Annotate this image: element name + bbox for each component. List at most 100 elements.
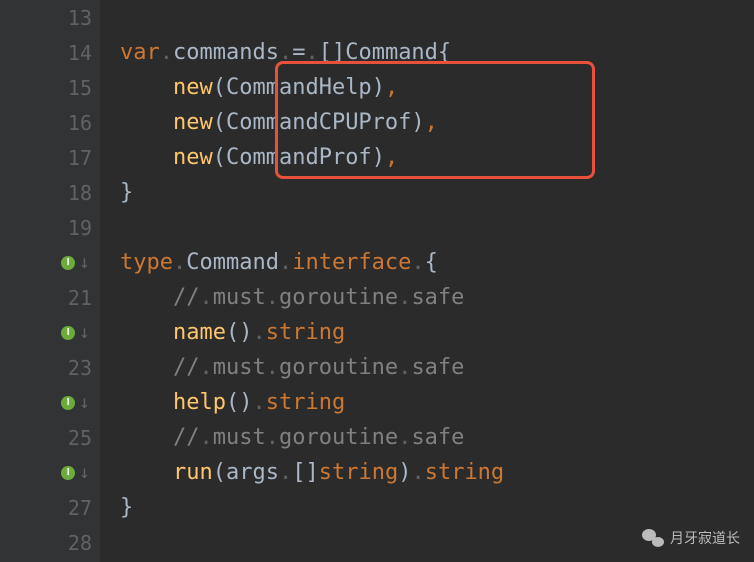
watermark-text: 月牙寂道长 <box>670 528 740 548</box>
token-dot: . <box>398 425 411 450</box>
gutter: 13141516171819I↓21I↓23I↓25I↓2728 <box>0 0 100 562</box>
code-line[interactable]: new(CommandProf), <box>120 140 754 175</box>
implements-icon[interactable]: I <box>61 256 75 270</box>
token-comment: safe <box>411 425 464 450</box>
token-builtin: new <box>173 145 213 170</box>
arrow-down-icon: ↓ <box>79 462 90 483</box>
implements-icon[interactable]: I <box>61 466 75 480</box>
code-editor: 13141516171819I↓21I↓23I↓25I↓2728 var.com… <box>0 0 754 562</box>
token-punct: []Command{ <box>319 40 451 65</box>
token-dot: . <box>279 250 292 275</box>
code-line[interactable]: new(CommandCPUProf), <box>120 105 754 140</box>
code-line[interactable]: //.must.goroutine.safe <box>120 280 754 315</box>
token-type: CommandCPUProf <box>226 110 411 135</box>
gutter-line: 18 <box>0 175 100 210</box>
token-kw: , <box>425 110 438 135</box>
code-line[interactable]: } <box>120 175 754 210</box>
gutter-line: 21 <box>0 280 100 315</box>
indent <box>120 320 173 345</box>
gutter-line: I↓ <box>0 455 100 490</box>
token-comment: goroutine <box>279 355 398 380</box>
gutter-line: 14 <box>0 35 100 70</box>
indent <box>120 355 173 380</box>
token-kw: interface <box>292 250 411 275</box>
token-dot: . <box>305 40 318 65</box>
token-kw: string <box>425 460 504 485</box>
token-comment: // <box>173 425 200 450</box>
token-comment: must <box>213 355 266 380</box>
indent <box>120 390 173 415</box>
code-line[interactable]: //.must.goroutine.safe <box>120 350 754 385</box>
token-type: CommandProf <box>226 145 372 170</box>
code-line[interactable]: var.commands.=.[]Command{ <box>120 35 754 70</box>
gutter-line: I↓ <box>0 385 100 420</box>
line-number: 17 <box>68 146 92 170</box>
gutter-line: I↓ <box>0 245 100 280</box>
token-punct: ) <box>372 145 385 170</box>
token-dot: . <box>252 320 265 345</box>
code-line[interactable]: help().string <box>120 385 754 420</box>
indent <box>120 285 173 310</box>
token-punct: [] <box>292 460 319 485</box>
token-type: CommandHelp <box>226 75 372 100</box>
code-line[interactable]: //.must.goroutine.safe <box>120 420 754 455</box>
gutter-line: 16 <box>0 105 100 140</box>
token-punct: } <box>120 180 133 205</box>
token-punct: () <box>226 320 253 345</box>
token-ident: Command <box>186 250 279 275</box>
gutter-line: 17 <box>0 140 100 175</box>
token-ident: args <box>226 460 279 485</box>
token-comment: goroutine <box>279 425 398 450</box>
gutter-line: 13 <box>0 0 100 35</box>
code-line[interactable]: } <box>120 490 754 525</box>
token-dot: . <box>160 40 173 65</box>
token-dot: . <box>173 250 186 275</box>
gutter-line: 19 <box>0 210 100 245</box>
code-line[interactable] <box>120 0 754 35</box>
line-number: 13 <box>68 6 92 30</box>
code-line[interactable]: type.Command.interface.{ <box>120 245 754 280</box>
code-line[interactable]: new(CommandHelp), <box>120 70 754 105</box>
token-punct: ( <box>213 145 226 170</box>
token-comment: safe <box>411 285 464 310</box>
token-kw: string <box>319 460 398 485</box>
token-punct: ( <box>213 110 226 135</box>
token-dot: . <box>398 355 411 380</box>
token-punct: ( <box>213 75 226 100</box>
code-line[interactable]: name().string <box>120 315 754 350</box>
token-dot: . <box>411 250 424 275</box>
token-punct: ) <box>372 75 385 100</box>
line-number: 21 <box>68 286 92 310</box>
token-kw: var <box>120 40 160 65</box>
token-dot: . <box>199 285 212 310</box>
token-dot: . <box>199 425 212 450</box>
wechat-icon <box>642 529 664 547</box>
line-number: 15 <box>68 76 92 100</box>
line-number: 27 <box>68 496 92 520</box>
token-comment: must <box>213 425 266 450</box>
token-builtin: help <box>173 390 226 415</box>
gutter-line: 27 <box>0 490 100 525</box>
token-dot: . <box>266 425 279 450</box>
token-comment: // <box>173 355 200 380</box>
code-area[interactable]: var.commands.=.[]Command{ new(CommandHel… <box>100 0 754 562</box>
arrow-down-icon: ↓ <box>79 322 90 343</box>
implements-icon[interactable]: I <box>61 326 75 340</box>
line-number: 16 <box>68 111 92 135</box>
arrow-down-icon: ↓ <box>79 392 90 413</box>
token-dot: . <box>199 355 212 380</box>
token-dot: . <box>279 40 292 65</box>
token-builtin: run <box>173 460 213 485</box>
line-number: 28 <box>68 531 92 555</box>
code-line[interactable]: run(args.[]string).string <box>120 455 754 490</box>
token-punct: () <box>226 390 253 415</box>
gutter-line: 23 <box>0 350 100 385</box>
line-number: 14 <box>68 41 92 65</box>
indent <box>120 460 173 485</box>
code-line[interactable] <box>120 210 754 245</box>
implements-icon[interactable]: I <box>61 396 75 410</box>
token-builtin: new <box>173 110 213 135</box>
token-dot: . <box>398 285 411 310</box>
token-punct: ( <box>213 460 226 485</box>
token-builtin: new <box>173 75 213 100</box>
